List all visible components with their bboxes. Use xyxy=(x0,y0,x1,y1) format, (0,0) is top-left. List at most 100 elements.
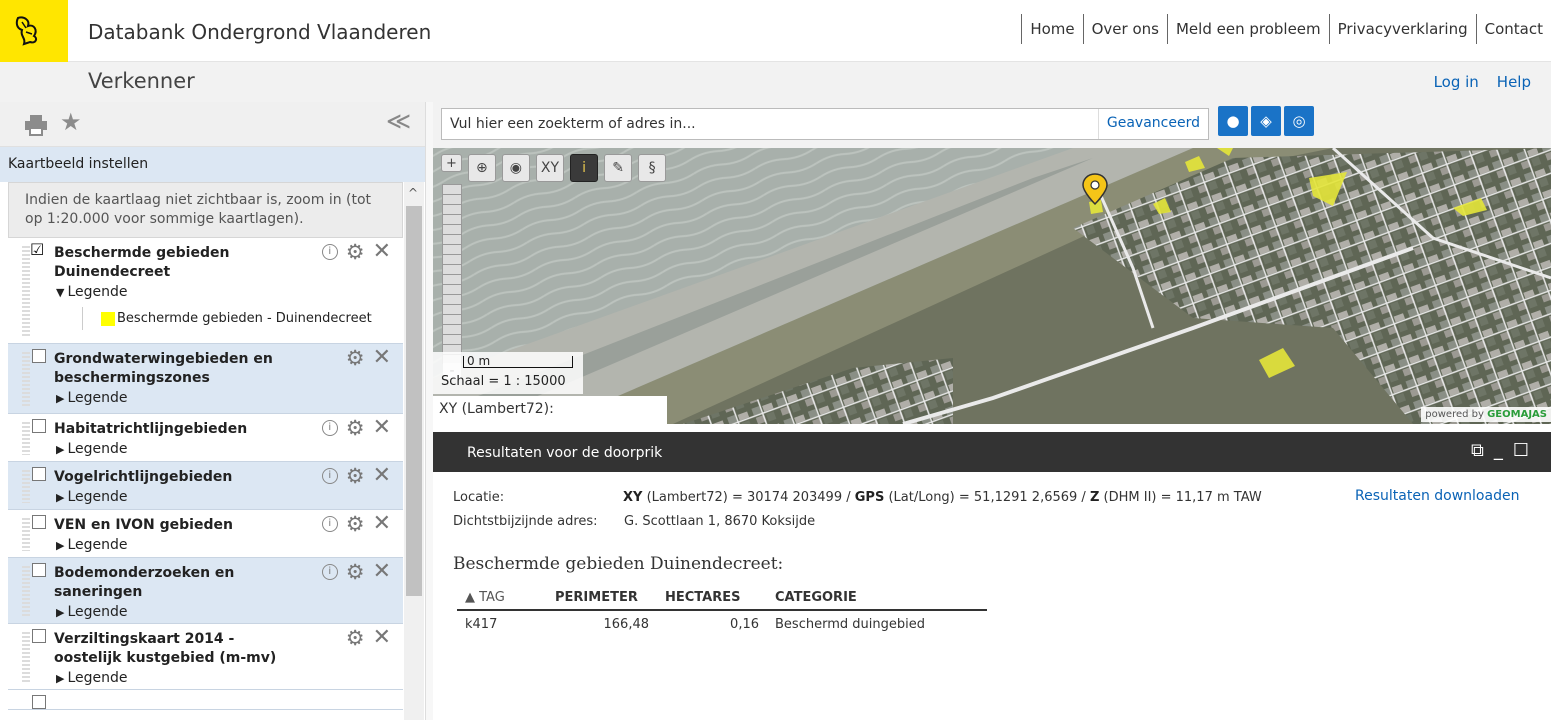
legend-toggle[interactable]: ▶ Legende xyxy=(42,487,403,508)
remove-layer-icon[interactable]: ✕ xyxy=(373,561,391,583)
download-results-link[interactable]: Resultaten downloaden xyxy=(1355,488,1519,504)
scale-bar: 0 m Schaal = 1 : 15000 xyxy=(433,352,583,394)
layer-checkbox[interactable] xyxy=(32,695,46,709)
layer-list-scroll[interactable]: Indien de kaartlaag niet zichtbaar is, z… xyxy=(0,182,425,720)
info-icon[interactable]: i xyxy=(321,516,338,532)
nav-privacy[interactable]: Privacyverklaring xyxy=(1328,14,1476,44)
remove-layer-icon[interactable]: ✕ xyxy=(373,417,391,439)
pin-search-icon: ● xyxy=(1226,112,1240,130)
panel-toolbar: ★ ≪ xyxy=(0,102,425,147)
gear-icon[interactable]: ⚙ xyxy=(346,628,365,649)
drag-handle[interactable] xyxy=(22,566,30,617)
cell-categorie: Beschermd duingebied xyxy=(775,617,925,632)
column-header-categorie[interactable]: CATEGORIE xyxy=(767,586,987,611)
layer-checkbox[interactable] xyxy=(32,629,46,643)
maximize-icon[interactable]: ☐ xyxy=(1513,440,1539,461)
gear-icon[interactable]: ⚙ xyxy=(346,242,365,263)
gear-icon[interactable]: ⚙ xyxy=(346,562,365,583)
gear-icon[interactable]: ⚙ xyxy=(346,466,365,487)
legend-toggle[interactable]: ▶ Legende xyxy=(42,439,403,460)
panel-scrollbar[interactable]: ^ xyxy=(404,182,424,720)
drag-handle[interactable] xyxy=(22,246,30,337)
globe-search-icon: ◎ xyxy=(1292,112,1306,130)
drag-handle[interactable] xyxy=(22,422,30,455)
legend-toggle[interactable]: ▶ Legende xyxy=(42,388,403,409)
search-location-button[interactable]: ◎ xyxy=(1284,106,1314,136)
drag-handle[interactable] xyxy=(22,518,30,551)
layer-checkbox[interactable] xyxy=(32,349,46,363)
nav-home[interactable]: Home xyxy=(1021,14,1082,44)
drag-handle[interactable] xyxy=(22,632,30,683)
layer-checkbox[interactable] xyxy=(32,467,46,481)
zoom-slider[interactable]: - xyxy=(442,184,462,379)
results-header: Resultaten voor de doorprik ⧉_☐ xyxy=(433,432,1551,472)
sub-bar: Verkenner Log in Help xyxy=(0,62,1551,102)
measure-ruler-icon[interactable]: ✎ xyxy=(604,154,633,182)
zoom-in-button[interactable]: + xyxy=(441,154,462,172)
remove-layer-icon[interactable]: ✕ xyxy=(373,513,391,535)
scroll-up-icon[interactable]: ^ xyxy=(408,186,418,200)
legend-swatch xyxy=(101,311,115,326)
layer-item: VEN en IVON gebieden ▶ Legende i ⚙ ✕ xyxy=(8,510,403,558)
site-title[interactable]: Databank Ondergrond Vlaanderen xyxy=(88,20,431,44)
layer-checkbox[interactable]: ☑ xyxy=(30,242,44,258)
advanced-search-link[interactable]: Geavanceerd xyxy=(1097,109,1208,139)
xy-button[interactable]: XY xyxy=(535,154,565,182)
flanders-lion-logo[interactable] xyxy=(0,0,68,62)
triangle-right-icon: ▶ xyxy=(56,443,65,456)
legend-toggle[interactable]: ▼ Legende xyxy=(42,282,403,303)
top-bar: Databank Ondergrond Vlaanderen Home Over… xyxy=(0,0,1551,62)
remove-layer-icon[interactable]: ✕ xyxy=(373,241,391,263)
popout-icon[interactable]: ⧉ xyxy=(1471,440,1494,461)
info-icon[interactable]: i xyxy=(321,420,338,436)
favorite-star-icon[interactable]: ★ xyxy=(60,108,82,136)
layer-title: Vogelrichtlijngebieden xyxy=(54,469,233,485)
search-map-button[interactable]: ◈ xyxy=(1251,106,1281,136)
legend-toggle[interactable]: ▶ Legende xyxy=(42,668,403,689)
info-tool-icon[interactable]: i xyxy=(570,154,599,182)
print-icon[interactable] xyxy=(24,114,48,136)
borehole-icon[interactable]: § xyxy=(638,154,667,182)
gear-icon[interactable]: ⚙ xyxy=(346,348,365,369)
remove-layer-icon[interactable]: ✕ xyxy=(373,627,391,649)
search-input[interactable]: Vul hier een zoekterm of adres in... Gea… xyxy=(441,108,1209,140)
zoom-rect-icon[interactable]: ⊕ xyxy=(467,154,496,182)
nav-meld-probleem[interactable]: Meld een probleem xyxy=(1166,14,1329,44)
info-icon[interactable]: i xyxy=(321,468,338,484)
globe-icon[interactable]: ◉ xyxy=(501,154,530,182)
info-icon[interactable]: i xyxy=(321,244,338,260)
scrollbar-thumb[interactable] xyxy=(406,206,422,596)
layer-checkbox[interactable] xyxy=(32,563,46,577)
layer-title: VEN en IVON gebieden xyxy=(54,517,233,533)
layer-title: Beschermde gebieden Duinendecreet xyxy=(54,245,230,280)
drag-handle[interactable] xyxy=(22,352,30,407)
locate-point-button[interactable]: ● xyxy=(1218,106,1248,136)
location-label: Locatie: xyxy=(453,490,505,505)
column-header-hectares[interactable]: HECTARES xyxy=(657,586,767,611)
layer-checkbox[interactable] xyxy=(32,515,46,529)
collapse-panel-icon[interactable]: ≪ xyxy=(386,107,411,135)
gear-icon[interactable]: ⚙ xyxy=(346,418,365,439)
login-link[interactable]: Log in xyxy=(1434,73,1479,91)
legend-toggle[interactable]: ▶ Legende xyxy=(42,535,403,556)
layer-item: Habitatrichtlijngebieden ▶ Legende i ⚙ ✕ xyxy=(8,414,403,462)
layer-item-partial xyxy=(8,690,403,710)
panel-divider[interactable] xyxy=(425,102,433,720)
info-icon[interactable]: i xyxy=(321,564,338,580)
column-header-tag[interactable]: ▲ TAG xyxy=(457,586,547,611)
nav-over-ons[interactable]: Over ons xyxy=(1082,14,1167,44)
column-header-perimeter[interactable]: PERIMETER xyxy=(547,586,657,611)
legend-toggle[interactable]: ▶ Legende xyxy=(42,602,403,623)
help-link[interactable]: Help xyxy=(1497,73,1531,91)
minimize-icon[interactable]: _ xyxy=(1494,440,1513,461)
layer-checkbox[interactable] xyxy=(32,419,46,433)
remove-layer-icon[interactable]: ✕ xyxy=(373,465,391,487)
nav-contact[interactable]: Contact xyxy=(1475,14,1551,44)
drag-handle[interactable] xyxy=(22,470,30,503)
lion-icon xyxy=(15,16,38,46)
map-view[interactable]: + ⊕ ◉ XY i ✎ § - 0 m Schaal = 1 : 15000 … xyxy=(433,148,1551,424)
remove-layer-icon[interactable]: ✕ xyxy=(373,347,391,369)
aerial-map-image xyxy=(433,148,1551,424)
gear-icon[interactable]: ⚙ xyxy=(346,514,365,535)
layer-title: Verziltingskaart 2014 - oostelijk kustge… xyxy=(54,631,277,666)
